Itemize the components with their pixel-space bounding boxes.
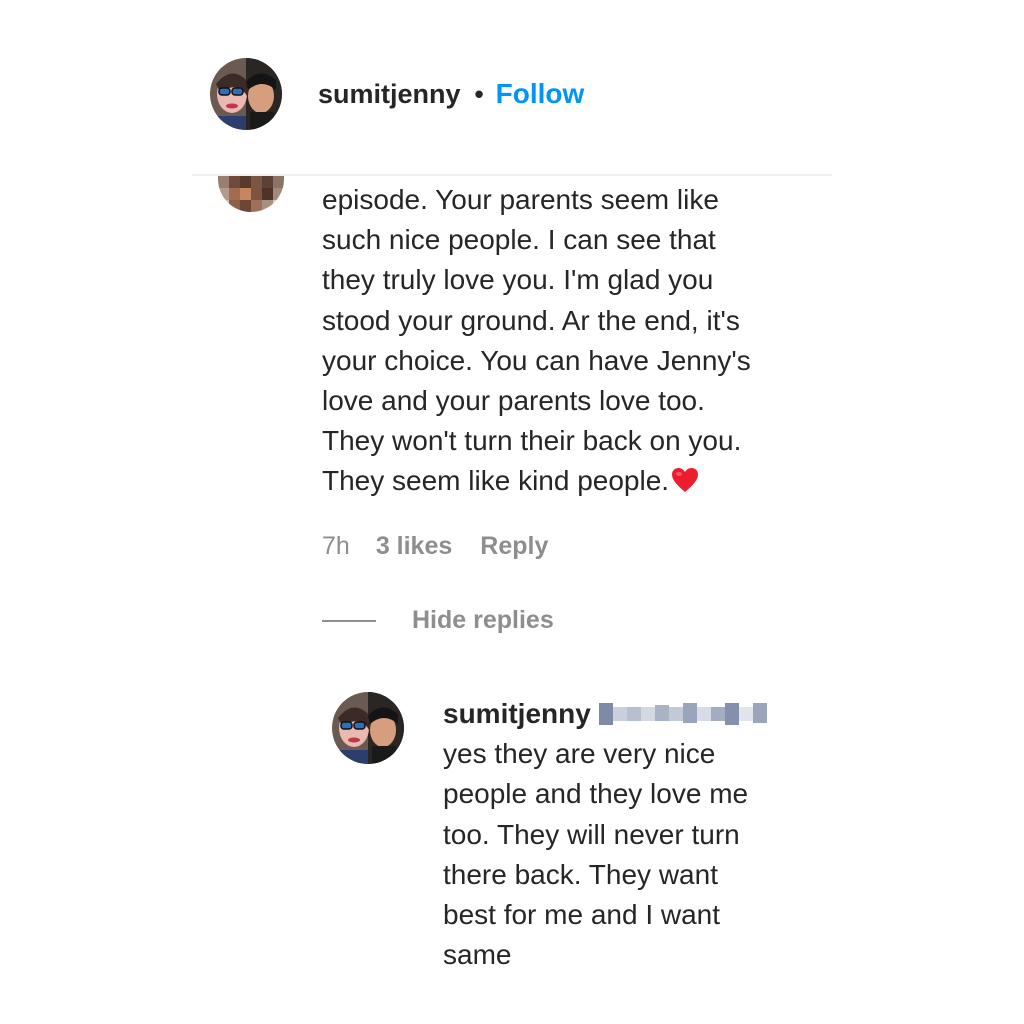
header-username[interactable]: sumitjenny bbox=[318, 79, 461, 110]
couple-photo-icon bbox=[210, 58, 282, 130]
reply-text: yes they are very nice people and they l… bbox=[443, 738, 749, 971]
instagram-comment-thread: sumitjenny • Follow episode. Your parent… bbox=[0, 0, 1024, 1024]
comment-meta: 7h 3 likes Reply bbox=[322, 532, 548, 561]
hide-replies-label[interactable]: Hide replies bbox=[412, 606, 554, 635]
pixelated-avatar-icon bbox=[218, 176, 284, 212]
blurred-mention-icon bbox=[598, 703, 767, 725]
post-header: sumitjenny • Follow bbox=[210, 58, 584, 130]
replies-rule bbox=[322, 619, 376, 622]
hide-replies-toggle[interactable]: Hide replies bbox=[322, 606, 554, 635]
follow-button[interactable]: Follow bbox=[496, 78, 585, 110]
commenter-avatar[interactable] bbox=[218, 176, 284, 212]
reply-header: sumitjenny bbox=[443, 694, 863, 734]
reply-avatar[interactable] bbox=[332, 692, 404, 764]
reply-body: sumitjenny yes they are very nice people… bbox=[443, 694, 863, 975]
separator-dot: • bbox=[474, 78, 484, 109]
header-divider bbox=[192, 174, 832, 176]
comment-timestamp: 7h bbox=[322, 532, 350, 560]
comment-body: episode. Your parents seem like such nic… bbox=[322, 180, 842, 502]
couple-photo-icon bbox=[332, 692, 404, 764]
avatar[interactable] bbox=[210, 58, 282, 130]
reply-button[interactable]: Reply bbox=[480, 532, 548, 561]
likes-count[interactable]: 3 likes bbox=[376, 532, 452, 561]
reply-username[interactable]: sumitjenny bbox=[443, 698, 591, 729]
comment-text: episode. Your parents seem like such nic… bbox=[322, 184, 751, 497]
heart-emoji-icon bbox=[672, 468, 699, 493]
